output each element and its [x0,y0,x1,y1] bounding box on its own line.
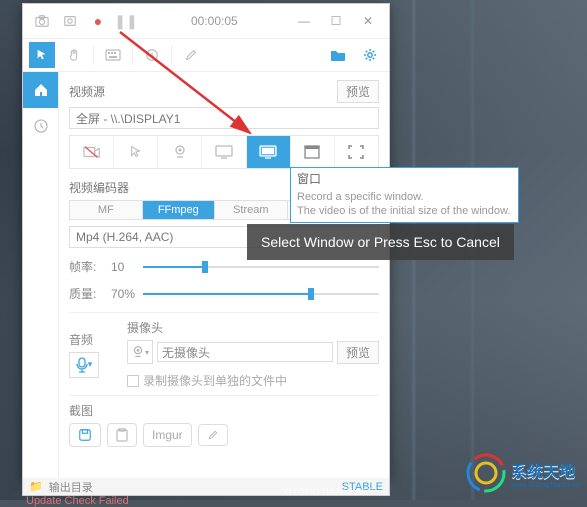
gear-icon[interactable] [357,42,383,68]
timer: 00:00:05 [191,14,238,28]
mode-window[interactable] [291,136,335,168]
side-tab-recent[interactable] [23,108,58,144]
watermark-cn: 系统天地 [511,464,575,481]
screenshot-edit-button[interactable] [198,424,228,446]
framerate-value: 10 [111,260,135,274]
tooltip-line2: The video is of the initial size of the … [297,204,512,218]
folder-status-icon[interactable]: 📁 [29,480,43,493]
mode-cursor[interactable] [114,136,158,168]
cursor-tool[interactable] [29,42,55,68]
screenshot-clipboard-button[interactable] [107,423,137,447]
screenshot-icon[interactable] [57,8,83,34]
mic-button[interactable]: ▾ [69,352,99,378]
tooltip-title: 窗口 [297,172,512,188]
minimize-button[interactable]: — [289,14,319,28]
camera-select[interactable] [157,342,333,362]
pause-button[interactable]: ❚❚ [113,8,139,34]
keyboard-icon[interactable] [100,42,126,68]
separate-file-checkbox[interactable] [127,375,139,387]
video-source-title: 视频源 [69,83,337,100]
screenshot-disk-button[interactable] [69,423,101,447]
close-button[interactable]: ✕ [353,14,383,28]
clock-icon[interactable] [139,42,165,68]
watermark-center: XITONGTIANDI NET [282,487,376,498]
camera-icon[interactable] [29,8,55,34]
video-source-input[interactable] [69,107,379,129]
pencil-icon[interactable] [178,42,204,68]
capture-mode-row [69,135,379,169]
framerate-slider[interactable] [143,260,379,274]
toolbar [23,38,389,72]
mode-screen[interactable] [202,136,246,168]
separate-file-label: 录制摄像头到单独的文件中 [143,372,287,389]
watermark-url: www.XiTongTianDi.net [511,482,581,489]
mode-webcam[interactable] [158,136,202,168]
hand-tool[interactable] [61,42,87,68]
watermark-logo: 系统天地 www.XiTongTianDi.net [465,452,581,494]
update-status: Update Check Failed [26,495,129,507]
camera-preview-button[interactable]: 预览 [337,341,379,364]
encoder-tab-mf[interactable]: MF [69,200,143,220]
quality-value: 70% [111,287,135,301]
encoder-tab-ffmpeg[interactable]: FFmpeg [143,200,216,220]
preview-button[interactable]: 预览 [337,80,379,103]
tooltip-line1: Record a specific window. [297,190,512,204]
quality-label: 质量: [69,285,103,302]
mode-region[interactable] [335,136,378,168]
webcam-icon[interactable]: ▾ [127,340,153,364]
side-tab-home[interactable] [23,72,58,108]
screenshot-imgur-button[interactable]: Imgur [143,423,192,447]
record-button[interactable]: ● [85,8,111,34]
swirl-icon [465,452,507,494]
titlebar: ● ❚❚ 00:00:05 — ☐ ✕ [23,4,389,38]
overlay-message: Select Window or Press Esc to Cancel [247,224,514,260]
mode-desktop[interactable] [247,136,291,168]
mode-no-video[interactable] [70,136,114,168]
framerate-label: 帧率: [69,258,103,275]
quality-slider[interactable] [143,287,379,301]
encoder-tab-stream[interactable]: Stream [215,200,288,220]
folder-icon[interactable] [325,42,351,68]
side-tabs [23,72,59,478]
main-content: 视频源 预览 视频编码器 MF FFmpeg Stream SharpAvi [59,72,389,478]
camera-title: 摄像头 [127,319,379,336]
tooltip: 窗口 Record a specific window. The video i… [290,167,519,223]
audio-title: 音频 [69,331,119,348]
output-dir-label[interactable]: 输出目录 [49,479,93,495]
screenshot-title: 截图 [69,402,379,419]
maximize-button[interactable]: ☐ [321,14,351,28]
